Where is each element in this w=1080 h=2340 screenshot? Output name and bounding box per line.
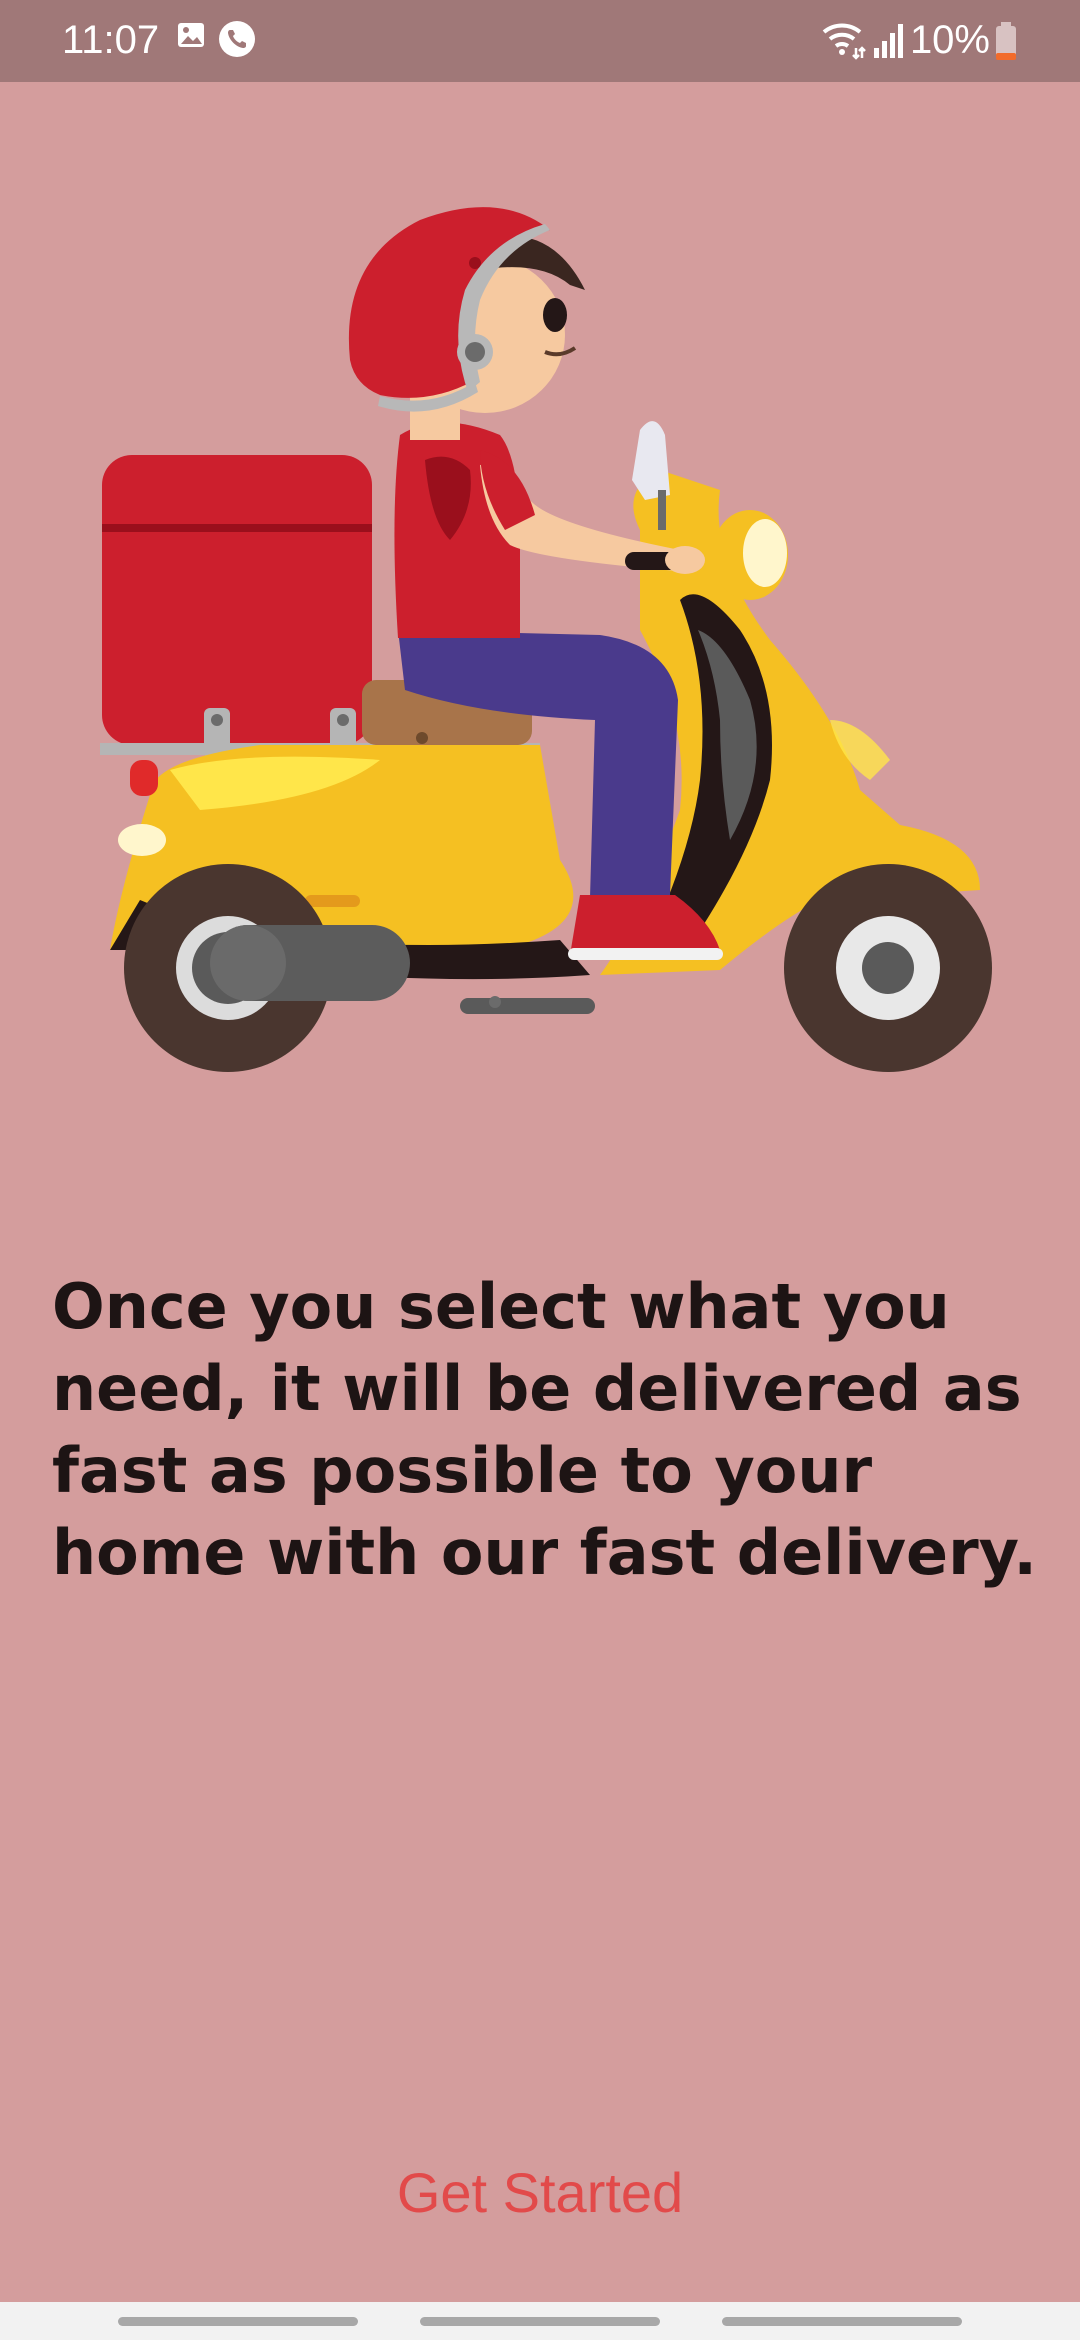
- status-bar: 11:07 10%: [0, 0, 1080, 82]
- image-icon: [178, 23, 204, 47]
- phone-icon: [219, 21, 255, 57]
- nav-back-handle[interactable]: [722, 2317, 962, 2326]
- delivery-scooter-illustration: [100, 207, 992, 1072]
- battery-icon: [996, 22, 1016, 60]
- wifi-icon: [822, 23, 866, 60]
- navigation-bar: [0, 2302, 1080, 2340]
- nav-recents-handle[interactable]: [118, 2317, 358, 2326]
- onboarding-message: Once you select what you need, it will b…: [52, 1270, 1037, 1589]
- battery-percentage: 10%: [909, 18, 990, 62]
- nav-home-handle[interactable]: [420, 2317, 660, 2326]
- signal-icon: [874, 24, 903, 58]
- status-time: 11:07: [62, 18, 160, 62]
- get-started-button[interactable]: Get Started: [0, 2158, 1080, 2228]
